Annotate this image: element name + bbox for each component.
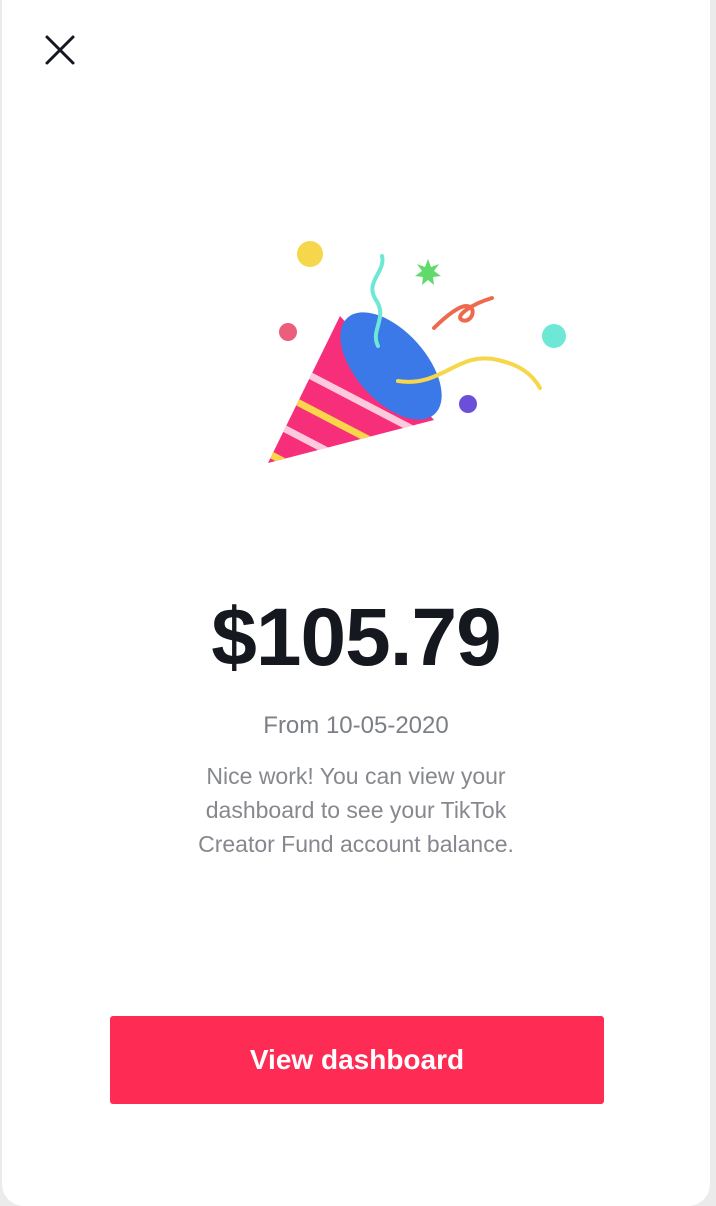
earnings-message: Nice work! You can view your dashboard t… bbox=[198, 763, 514, 857]
close-icon bbox=[45, 35, 75, 65]
earnings-date: From 10-05-2020 bbox=[263, 712, 449, 739]
earnings-sheet: $105.79 From 10-05-2020 Nice work! You c… bbox=[2, 0, 710, 1206]
close-button[interactable] bbox=[38, 28, 82, 72]
party-popper-icon bbox=[268, 241, 566, 463]
party-popper-illustration bbox=[252, 225, 572, 475]
earnings-amount: $105.79 bbox=[211, 592, 501, 683]
view-dashboard-button[interactable]: View dashboard bbox=[110, 1016, 604, 1104]
